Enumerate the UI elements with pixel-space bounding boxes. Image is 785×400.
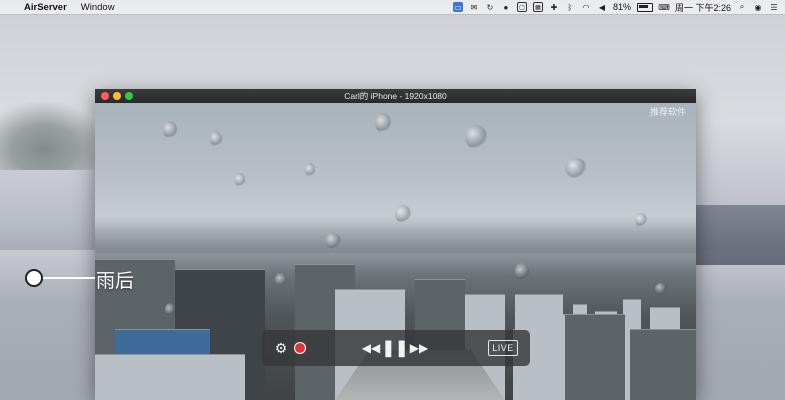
wechat-icon[interactable]: ✉ [469, 2, 479, 12]
rain-drop [635, 213, 647, 227]
rain-drop [210, 131, 222, 147]
desktop-hills [695, 205, 785, 265]
desktop-trees [0, 100, 110, 170]
airserver-window: Carl的 iPhone - 1920x1080 推荐软件 ⚙ ◀◀ ❚❚ ▶▶… [95, 89, 696, 400]
building [630, 329, 696, 400]
playback-controls: ⚙ ◀◀ ❚❚ ▶▶ LIVE [262, 330, 530, 366]
notification-center-icon[interactable]: ◉ [753, 2, 763, 12]
fast-forward-button[interactable]: ▶▶ [408, 340, 430, 356]
clock[interactable]: 周一 下午2:26 [675, 1, 731, 14]
volume-icon[interactable]: ◀ [597, 2, 607, 12]
rain-drop [515, 263, 529, 281]
rain-drop [235, 173, 245, 187]
settings-gear-icon[interactable]: ⚙ [273, 340, 289, 356]
rain-drop [375, 113, 391, 133]
bluetooth-icon[interactable]: ᛒ [565, 2, 575, 12]
status-area: ▭ ✉ ↻ ● ▢ ▦ ✚ ᛒ ◠ ◀ 81% ⌨ 周一 下午2:26 ⌕ ◉ … [452, 0, 779, 14]
app-menu[interactable]: AirServer [24, 2, 67, 13]
battery-percent: 81% [612, 2, 631, 12]
rain-drop [165, 303, 175, 317]
caption-slider-knob[interactable] [25, 269, 43, 287]
rain-drop [275, 273, 287, 287]
building [95, 354, 245, 400]
grid-icon[interactable]: ▦ [532, 2, 543, 12]
box-icon[interactable]: ▢ [516, 2, 527, 12]
rain-drop [655, 283, 667, 295]
menu-window[interactable]: Window [81, 2, 115, 13]
menu-bar: AirServer Window ▭ ✉ ↻ ● ▢ ▦ ✚ ᛒ ◠ ◀ 81%… [0, 0, 785, 15]
window-titlebar[interactable]: Carl的 iPhone - 1920x1080 [95, 89, 696, 103]
skyline-haze [95, 223, 696, 253]
traffic-lights [101, 92, 133, 100]
close-button[interactable] [101, 92, 109, 100]
live-button[interactable]: LIVE [488, 340, 518, 356]
rain-drop [565, 158, 587, 178]
plus-icon[interactable]: ✚ [549, 2, 559, 12]
sync-icon[interactable]: ↻ [485, 2, 495, 12]
record-button[interactable] [294, 342, 306, 354]
wifi-icon[interactable]: ◠ [581, 2, 591, 12]
input-method-icon[interactable]: ⌨ [658, 2, 670, 12]
rain-drop [465, 125, 487, 149]
rain-drop [305, 163, 315, 177]
fullscreen-button[interactable] [125, 92, 133, 100]
video-caption: 雨后 [96, 270, 135, 292]
building [565, 314, 625, 400]
minimize-button[interactable] [113, 92, 121, 100]
spotlight-search-icon[interactable]: ⌕ [737, 2, 747, 12]
video-watermark: 推荐软件 [649, 107, 686, 117]
pause-button[interactable]: ❚❚ [382, 338, 409, 358]
rain-drop [395, 205, 411, 223]
mirrored-video[interactable]: 推荐软件 ⚙ ◀◀ ❚❚ ▶▶ LIVE [95, 103, 696, 400]
battery-icon[interactable] [636, 2, 653, 12]
airserver-status-icon[interactable]: ▭ [452, 2, 463, 12]
rain-drop [325, 233, 341, 249]
rain-drop [163, 121, 177, 139]
rewind-button[interactable]: ◀◀ [360, 340, 382, 356]
window-title: Carl的 iPhone - 1920x1080 [344, 91, 447, 101]
menu-list-icon[interactable]: ☰ [769, 2, 779, 12]
penguin-icon[interactable]: ● [501, 2, 511, 12]
